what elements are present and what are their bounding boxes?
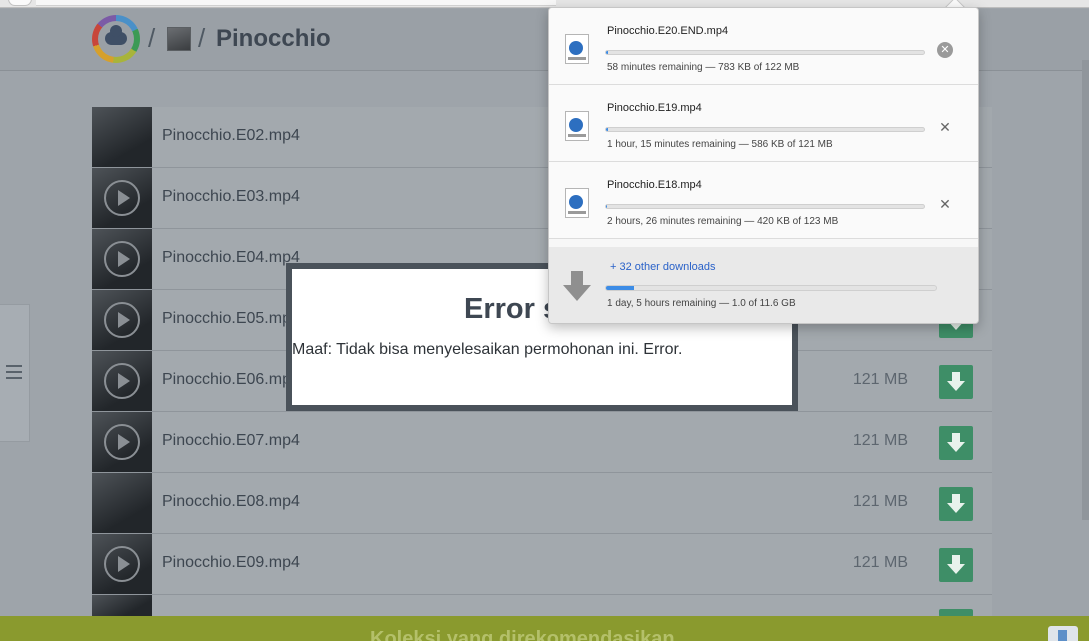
video-thumbnail[interactable]: [92, 107, 152, 167]
download-status: 58 minutes remaining — 783 KB of 122 MB: [607, 62, 800, 73]
play-icon[interactable]: [104, 180, 140, 216]
recommended-banner[interactable]: Koleksi yang direkomendasikan: [0, 616, 1089, 641]
downloads-panel: Pinocchio.E20.END.mp4 58 minutes remaini…: [548, 7, 979, 324]
error-message: Maaf: Tidak bisa menyelesaikan permohona…: [292, 341, 683, 358]
file-size: 121 MB: [852, 371, 908, 388]
browser-back-button[interactable]: [8, 0, 32, 6]
file-row[interactable]: [92, 595, 992, 635]
file-size: 121 MB: [852, 493, 908, 510]
file-size: 121 MB: [852, 554, 908, 571]
breadcrumb-separator: /: [198, 23, 206, 53]
cloud-logo-icon[interactable]: [92, 15, 140, 63]
download-item[interactable]: Pinocchio.E18.mp4 2 hours, 26 minutes re…: [549, 162, 978, 239]
play-icon[interactable]: [104, 424, 140, 460]
play-icon[interactable]: [104, 363, 140, 399]
file-name[interactable]: Pinocchio.E08.mp4: [162, 493, 300, 511]
download-item[interactable]: Pinocchio.E19.mp4 1 hour, 15 minutes rem…: [549, 85, 978, 162]
download-progress: [605, 204, 925, 209]
file-row[interactable]: Pinocchio.E08.mp4 121 MB: [92, 473, 992, 534]
file-name[interactable]: Pinocchio.E02.mp4: [162, 127, 300, 145]
video-thumbnail[interactable]: [92, 229, 152, 289]
file-name[interactable]: Pinocchio.E07.mp4: [162, 432, 300, 450]
file-row[interactable]: Pinocchio.E07.mp4 121 MB: [92, 412, 992, 473]
page-title: Pinocchio: [216, 25, 331, 52]
video-thumbnail[interactable]: [92, 351, 152, 411]
video-thumbnail[interactable]: [92, 290, 152, 350]
file-row[interactable]: Pinocchio.E09.mp4 121 MB: [92, 534, 992, 595]
overall-status: 1 day, 5 hours remaining — 1.0 of 11.6 G…: [607, 298, 796, 309]
sidebar-toggle[interactable]: [0, 304, 30, 442]
download-filename: Pinocchio.E20.END.mp4: [607, 25, 729, 37]
folder-thumbnail[interactable]: [167, 27, 191, 51]
play-icon[interactable]: [104, 546, 140, 582]
cancel-icon[interactable]: ✕: [937, 196, 953, 212]
video-file-icon: [565, 34, 589, 64]
document-icon[interactable]: [1048, 626, 1078, 641]
downloads-summary: + 32 other downloads 1 day, 5 hours rema…: [549, 247, 978, 323]
scrollbar[interactable]: [1082, 60, 1089, 520]
address-bar[interactable]: [36, 0, 556, 6]
download-status: 2 hours, 26 minutes remaining — 420 KB o…: [607, 216, 839, 227]
file-name[interactable]: Pinocchio.E04.mp4: [162, 249, 300, 267]
error-title: Error s: [464, 293, 560, 325]
video-thumbnail[interactable]: [92, 412, 152, 472]
breadcrumb-separator: /: [148, 23, 156, 53]
file-name[interactable]: Pinocchio.E06.mp4: [162, 371, 300, 389]
download-button[interactable]: [939, 426, 973, 460]
video-thumbnail[interactable]: [92, 168, 152, 228]
download-progress: [605, 127, 925, 132]
overall-progress: [605, 285, 937, 291]
cancel-icon[interactable]: ✕: [937, 42, 953, 58]
download-button[interactable]: [939, 365, 973, 399]
video-file-icon: [565, 111, 589, 141]
banner-text: Koleksi yang direkomendasikan: [370, 628, 675, 641]
download-status: 1 hour, 15 minutes remaining — 586 KB of…: [607, 139, 833, 150]
download-item[interactable]: Pinocchio.E20.END.mp4 58 minutes remaini…: [549, 8, 978, 85]
download-button[interactable]: [939, 487, 973, 521]
file-name[interactable]: Pinocchio.E09.mp4: [162, 554, 300, 572]
download-button[interactable]: [939, 548, 973, 582]
video-thumbnail[interactable]: [92, 595, 152, 617]
file-name[interactable]: Pinocchio.E03.mp4: [162, 188, 300, 206]
cancel-icon[interactable]: ✕: [937, 119, 953, 135]
download-filename: Pinocchio.E18.mp4: [607, 179, 702, 191]
download-filename: Pinocchio.E19.mp4: [607, 102, 702, 114]
video-thumbnail[interactable]: [92, 473, 152, 533]
video-thumbnail[interactable]: [92, 534, 152, 594]
download-arrow-icon: [563, 271, 591, 301]
file-name[interactable]: Pinocchio.E05.mp4: [162, 310, 300, 328]
play-icon[interactable]: [104, 241, 140, 277]
download-progress: [605, 50, 925, 55]
file-size: 121 MB: [852, 432, 908, 449]
menu-icon: [6, 365, 22, 383]
video-file-icon: [565, 188, 589, 218]
other-downloads-link[interactable]: + 32 other downloads: [610, 261, 716, 273]
play-icon[interactable]: [104, 302, 140, 338]
